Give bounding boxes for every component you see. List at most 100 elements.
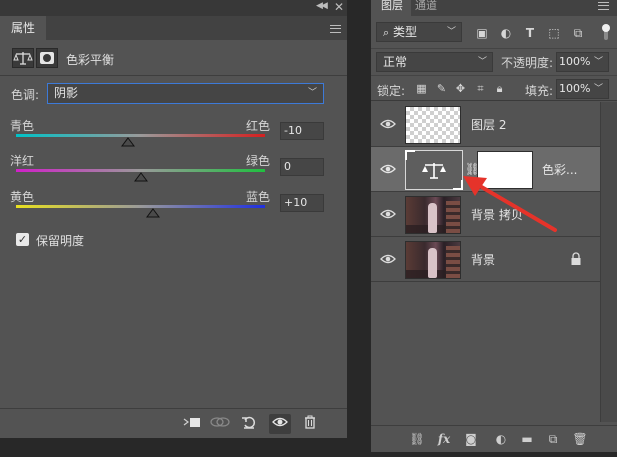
photo-shelf-shape — [446, 201, 460, 233]
mask-icon — [40, 52, 54, 64]
link-icon[interactable]: ⛓︎ — [465, 162, 480, 176]
collapse-panel-icon[interactable]: ◀◀ — [316, 1, 328, 11]
lock-image-pixels-icon[interactable]: ✎ — [435, 82, 448, 95]
lock-all-icon[interactable]: 🔒︎ — [493, 82, 506, 95]
tab-layers[interactable]: 图层 — [371, 0, 411, 16]
opacity-label: 不透明度: — [501, 56, 554, 70]
adjustment-thumbnail[interactable] — [405, 150, 463, 190]
lock-position-icon[interactable]: ✥ — [454, 82, 467, 95]
reset-adjustment-button[interactable] — [238, 414, 260, 434]
layer-filter-dropdown[interactable]: ⌕ 类型 ﹀ — [376, 22, 462, 42]
layer-filter-row: ⌕ 类型 ﹀ ▣ ◐ T ⬚ ⧉ — [371, 18, 617, 46]
panel-menu-icon[interactable] — [330, 25, 341, 33]
layer-row[interactable]: 背景 — [371, 237, 600, 282]
search-icon: ⌕ — [383, 26, 390, 39]
opacity-field[interactable]: 100% ﹀ — [556, 52, 609, 72]
layer-visibility-eye-icon[interactable] — [380, 207, 396, 221]
new-group-folder-icon[interactable]: ▬ — [518, 431, 536, 447]
delete-adjustment-button[interactable] — [299, 414, 321, 434]
delete-layer-trash-icon[interactable]: 🗑︎ — [571, 431, 589, 447]
layer-name[interactable]: 背景 拷贝 — [471, 206, 523, 223]
shape-layer-filter-icon[interactable]: ⬚ — [547, 26, 561, 40]
layer-filter-value: 类型 — [393, 25, 418, 39]
chevron-down-icon: ﹀ — [477, 57, 487, 67]
close-panel-icon[interactable]: ✕ — [334, 0, 344, 14]
lock-label: 锁定: — [377, 84, 406, 98]
clip-to-layer-button[interactable] — [181, 414, 203, 434]
smart-object-filter-icon[interactable]: ⧉ — [571, 26, 585, 40]
tone-dropdown[interactable]: 阴影 ﹀ — [47, 83, 324, 104]
slider-left-label: 洋红 — [10, 154, 35, 168]
slider-right-label: 蓝色 — [246, 190, 271, 204]
cyan-red-slider-track[interactable] — [16, 134, 265, 137]
cyan-red-value-input[interactable]: -10 — [280, 122, 324, 140]
chevron-down-icon: ﹀ — [593, 84, 603, 94]
new-layer-icon[interactable]: ⧉ — [544, 431, 562, 447]
properties-header: 色彩平衡 — [0, 40, 347, 76]
layers-panel-menu-icon[interactable] — [598, 2, 609, 10]
layer-row-selected[interactable]: ⛓︎ 色彩... — [371, 147, 600, 192]
layer-style-fx-icon[interactable]: fx — [435, 431, 453, 447]
layer-mask-button[interactable] — [36, 48, 58, 68]
yellow-blue-value-input[interactable]: +10 — [280, 194, 324, 212]
pixel-layer-filter-icon[interactable]: ▣ — [475, 26, 489, 40]
add-mask-icon[interactable]: ◙ — [462, 431, 480, 447]
layer-mask-thumbnail[interactable] — [477, 151, 533, 189]
lock-icon — [571, 252, 581, 265]
tab-channels[interactable]: 通道 — [415, 0, 437, 12]
layers-scrollbar[interactable] — [600, 102, 617, 422]
layer-visibility-eye-icon[interactable] — [380, 162, 396, 176]
adjustment-type-button[interactable] — [12, 48, 34, 68]
lock-transparent-pixels-icon[interactable]: ▦ — [415, 82, 428, 95]
chevron-down-icon: ﹀ — [307, 88, 317, 98]
opacity-value: 100% — [559, 55, 591, 68]
layer-row[interactable]: 图层 2 — [371, 102, 600, 147]
balance-scale-icon — [422, 163, 446, 179]
adjustment-layer-filter-icon[interactable]: ◐ — [499, 26, 513, 40]
properties-tab-strip — [46, 16, 347, 40]
type-layer-filter-icon[interactable]: T — [523, 26, 537, 40]
link-layers-icon[interactable]: ⛓︎ — [408, 431, 426, 447]
clip-to-layer-icon — [183, 418, 200, 427]
slider-left-label: 黄色 — [10, 190, 35, 204]
preserve-luminosity-label: 保留明度 — [36, 234, 85, 248]
blend-mode-value: 正常 — [383, 55, 408, 69]
slider-left-label: 青色 — [10, 119, 35, 133]
lock-row: 锁定: ▦ ✎ ✥ ⌗ 🔒︎ 填充: 100% ﹀ — [371, 75, 617, 101]
layer-visibility-eye-icon[interactable] — [380, 117, 396, 131]
photo-figure-shape — [428, 248, 437, 278]
blend-row: 正常 ﹀ 不透明度: 100% ﹀ — [371, 48, 617, 74]
properties-panel: ◀◀ ✕ 属性 色彩平衡 色调: 阴影 ﹀ 青色 红色 -10 洋红 绿色 0 … — [0, 0, 347, 438]
fill-label: 填充: — [525, 84, 554, 98]
slider-right-label: 红色 — [246, 119, 271, 133]
layer-name[interactable]: 图层 2 — [471, 116, 506, 133]
layer-name[interactable]: 背景 — [471, 251, 495, 268]
blend-mode-dropdown[interactable]: 正常 ﹀ — [376, 52, 493, 72]
preserve-luminosity-checkbox[interactable]: ✓ — [16, 233, 29, 246]
new-adjustment-layer-icon[interactable]: ◐ — [492, 431, 510, 447]
tone-dropdown-value: 阴影 — [54, 86, 79, 100]
tab-properties[interactable]: 属性 — [0, 16, 46, 40]
toggle-visibility-button[interactable] — [269, 414, 291, 434]
yellow-blue-slider-track[interactable] — [16, 205, 265, 208]
layer-visibility-eye-icon[interactable] — [380, 252, 396, 266]
properties-title-bar: ◀◀ ✕ — [0, 0, 347, 16]
layer-name[interactable]: 色彩... — [542, 161, 577, 178]
chevron-down-icon: ﹀ — [593, 57, 603, 67]
filter-toggle-icon[interactable] — [601, 24, 611, 42]
adjustment-title: 色彩平衡 — [66, 53, 115, 67]
fill-value: 100% — [559, 82, 591, 95]
trash-icon — [305, 415, 315, 429]
fill-field[interactable]: 100% ﹀ — [556, 79, 609, 99]
chevron-down-icon: ﹀ — [446, 27, 456, 37]
layer-thumbnail — [405, 106, 461, 144]
properties-footer — [0, 408, 347, 438]
magenta-green-value-input[interactable]: 0 — [280, 158, 324, 176]
view-previous-state-button[interactable] — [209, 414, 231, 434]
layer-thumbnail — [405, 241, 461, 279]
layer-row[interactable]: 背景 拷贝 — [371, 192, 600, 237]
lock-artboard-icon[interactable]: ⌗ — [474, 82, 487, 95]
eye-icon — [272, 417, 288, 427]
photo-figure-shape — [428, 203, 437, 233]
slider-right-label: 绿色 — [246, 154, 271, 168]
